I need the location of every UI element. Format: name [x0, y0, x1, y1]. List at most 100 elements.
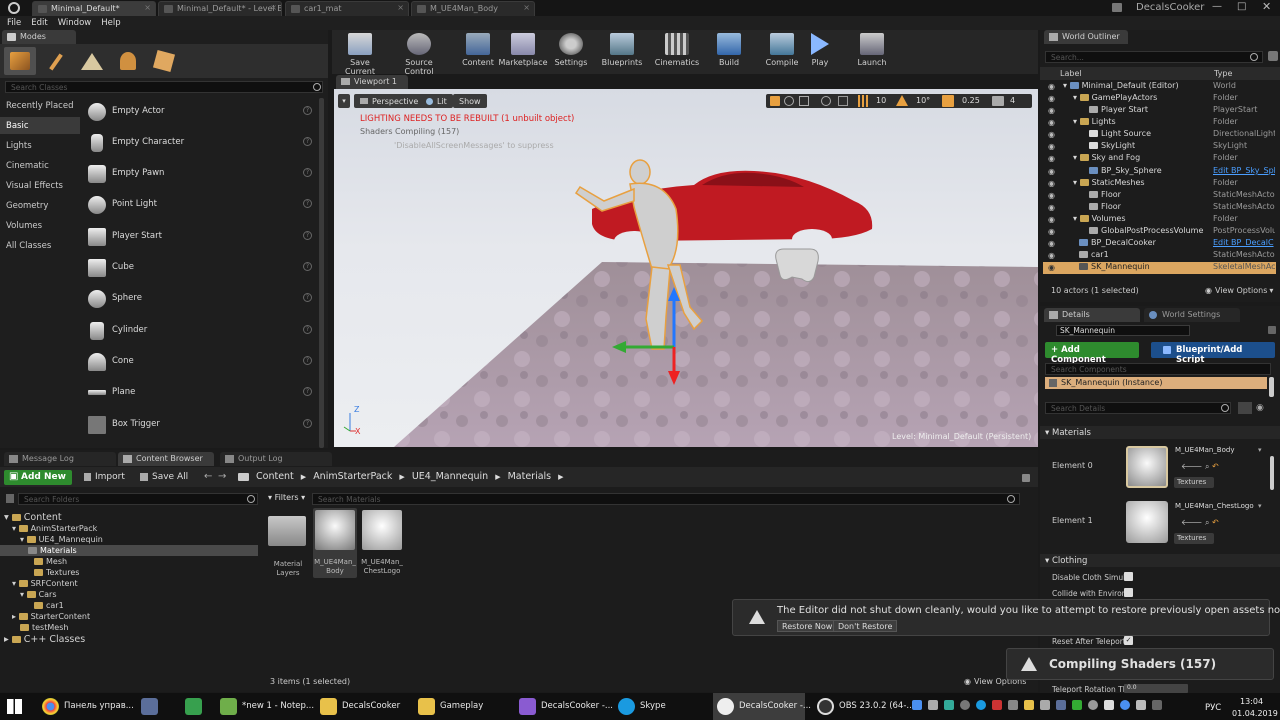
- eye-icon[interactable]: ◉: [1048, 263, 1055, 272]
- disable-cloth-checkbox[interactable]: [1124, 572, 1133, 581]
- mode-item-empty-actor[interactable]: Empty Actor?: [84, 98, 316, 126]
- lock-icon[interactable]: [1022, 474, 1030, 482]
- category-all-classes[interactable]: All Classes: [6, 241, 51, 251]
- mode-item-sphere[interactable]: Sphere?: [84, 285, 316, 313]
- tray-icon[interactable]: [1104, 700, 1114, 710]
- maximize-button[interactable]: □: [1237, 1, 1246, 12]
- tray-icon[interactable]: [976, 700, 986, 710]
- eye-icon[interactable]: ◉: [1048, 118, 1055, 127]
- taskbar-item-control-panel[interactable]: Панель управ...: [38, 693, 134, 720]
- tree-item[interactable]: car1: [34, 601, 64, 610]
- mode-item-plane[interactable]: Plane?: [84, 379, 316, 407]
- help-icon[interactable]: ?: [303, 137, 312, 146]
- scale-snap-value[interactable]: 0.25: [962, 96, 980, 105]
- modes-scrollbar[interactable]: [319, 98, 324, 448]
- mode-item-player-start[interactable]: Player Start?: [84, 223, 316, 251]
- menu-help[interactable]: Help: [101, 18, 120, 28]
- save-all-button[interactable]: Save All: [140, 472, 188, 482]
- details-view-icon[interactable]: ◉: [1256, 403, 1268, 413]
- outliner-row[interactable]: ◉ ▾ GamePlayActors Folder: [1043, 93, 1276, 105]
- tab-world-settings[interactable]: World Settings: [1144, 308, 1240, 322]
- foliage-mode-icon[interactable]: [112, 47, 144, 75]
- geometry-mode-icon[interactable]: [148, 47, 180, 75]
- eye-icon[interactable]: ◉: [1048, 106, 1055, 115]
- eye-icon[interactable]: ◉: [1048, 191, 1055, 200]
- close-icon[interactable]: ×: [397, 3, 404, 12]
- outliner-row[interactable]: ◉ Floor StaticMeshActor: [1043, 202, 1276, 214]
- search-components-input[interactable]: Search Components: [1045, 363, 1271, 375]
- sources-collapse-icon[interactable]: [6, 494, 14, 503]
- tray-icon[interactable]: [1136, 700, 1146, 710]
- add-component-button[interactable]: + Add Component: [1045, 342, 1139, 365]
- back-arrow-icon[interactable]: 🡐: [1181, 518, 1202, 527]
- feedback-icon[interactable]: [1112, 3, 1122, 12]
- launch-button[interactable]: Launch: [847, 32, 897, 70]
- dropdown-icon[interactable]: ▾: [1258, 502, 1262, 510]
- eye-icon[interactable]: ◉: [1048, 239, 1055, 248]
- tree-item[interactable]: ▾ Cars: [20, 590, 57, 599]
- tab-content-browser[interactable]: Content Browser: [118, 452, 214, 466]
- lit-button[interactable]: Lit: [420, 94, 453, 108]
- breadcrumb-ue4-mannequin[interactable]: UE4_Mannequin: [412, 471, 488, 482]
- clock-date[interactable]: 01.04.2019: [1232, 709, 1278, 718]
- eye-icon[interactable]: ◉: [1048, 215, 1055, 224]
- breadcrumb-materials[interactable]: Materials: [508, 471, 552, 482]
- perspective-button[interactable]: Perspective: [354, 94, 425, 108]
- eye-icon[interactable]: ◉: [1048, 179, 1055, 188]
- breadcrumb-animstarterpack[interactable]: AnimStarterPack: [313, 471, 392, 482]
- back-arrow-icon[interactable]: ←: [204, 471, 212, 482]
- reset-after-teleport-checkbox[interactable]: ✓: [1124, 636, 1133, 645]
- tab-output-log[interactable]: Output Log: [220, 452, 332, 466]
- outliner-search-input[interactable]: Search...: [1045, 51, 1263, 63]
- outliner-row[interactable]: ◉ Light Source DirectionalLight: [1043, 129, 1276, 141]
- forward-arrow-icon[interactable]: →: [218, 471, 226, 482]
- blueprints-button[interactable]: Blueprints: [597, 32, 647, 70]
- eye-icon[interactable]: ◉: [1048, 142, 1055, 151]
- dont-restore-button[interactable]: Don't Restore: [833, 620, 898, 632]
- asset-tile-m-ue4man-chestlogo[interactable]: M_UE4Man_ChestLogo: [360, 508, 404, 578]
- viewport[interactable]: Z X ▾ Perspective Lit Show 10 10° 0.25 4…: [334, 89, 1038, 447]
- reset-icon[interactable]: ↶: [1212, 462, 1219, 471]
- source-control-button[interactable]: Source Control: [391, 32, 447, 76]
- eye-icon[interactable]: ◉: [1048, 82, 1055, 91]
- category-volumes[interactable]: Volumes: [6, 221, 42, 231]
- outliner-row[interactable]: ◉ GlobalPostProcessVolume PostProcessVolu: [1043, 226, 1276, 238]
- clock-time[interactable]: 13:04: [1240, 697, 1263, 706]
- surface-snap-icon[interactable]: [838, 96, 848, 106]
- doc-tab-0[interactable]: Minimal_Default* ×: [32, 1, 156, 16]
- category-visual-effects[interactable]: Visual Effects: [6, 181, 63, 191]
- breadcrumb-content[interactable]: Content: [256, 471, 294, 482]
- import-button[interactable]: Import: [84, 472, 125, 482]
- eye-icon[interactable]: ◉: [1048, 154, 1055, 163]
- cinematics-button[interactable]: Cinematics: [652, 32, 702, 70]
- taskbar-item-visual-studio[interactable]: DecalsCooker -...: [515, 693, 613, 720]
- textures-dropdown[interactable]: Textures: [1174, 477, 1214, 488]
- doc-tab-3[interactable]: M_UE4Man_Body ×: [411, 1, 535, 16]
- category-basic[interactable]: Basic: [6, 121, 29, 131]
- components-scrollbar[interactable]: [1269, 377, 1274, 397]
- play-button[interactable]: Play: [795, 32, 845, 70]
- outliner-row[interactable]: ◉ ▾ Sky and Fog Folder: [1043, 153, 1276, 165]
- outliner-row[interactable]: ◉ ▾ StaticMeshes Folder: [1043, 178, 1276, 190]
- outliner-row[interactable]: ◉ BP_Sky_Sphere Edit BP_Sky_Sph: [1043, 166, 1276, 178]
- rotation-snap-icon[interactable]: [896, 95, 908, 106]
- eye-icon[interactable]: ◉: [1048, 130, 1055, 139]
- help-icon[interactable]: ?: [303, 356, 312, 365]
- doc-tab-1[interactable]: Minimal_Default* - Level E ×: [158, 1, 282, 16]
- taskbar-item-app[interactable]: [137, 693, 163, 720]
- instance-row[interactable]: SK_Mannequin (Instance): [1045, 377, 1267, 389]
- outliner-row[interactable]: ◉ Floor StaticMeshActor: [1043, 190, 1276, 202]
- paint-mode-icon[interactable]: [40, 47, 72, 75]
- material-thumbnail-chestlogo[interactable]: [1126, 501, 1168, 543]
- scale-icon[interactable]: [799, 96, 809, 106]
- eye-icon[interactable]: ◉: [1048, 167, 1055, 176]
- tree-item[interactable]: ▸ StarterContent: [12, 612, 90, 621]
- property-matrix-icon[interactable]: [1238, 402, 1252, 414]
- tray-icon[interactable]: [1040, 700, 1050, 710]
- outliner-row[interactable]: ◉ ▾ Lights Folder: [1043, 117, 1276, 129]
- tray-icon[interactable]: [1152, 700, 1162, 710]
- eye-icon[interactable]: ◉: [1048, 227, 1055, 236]
- outliner-settings-icon[interactable]: [1268, 51, 1278, 61]
- teleport-rotation-field[interactable]: 0.0: [1124, 684, 1188, 693]
- rotation-snap-value[interactable]: 10°: [916, 96, 930, 105]
